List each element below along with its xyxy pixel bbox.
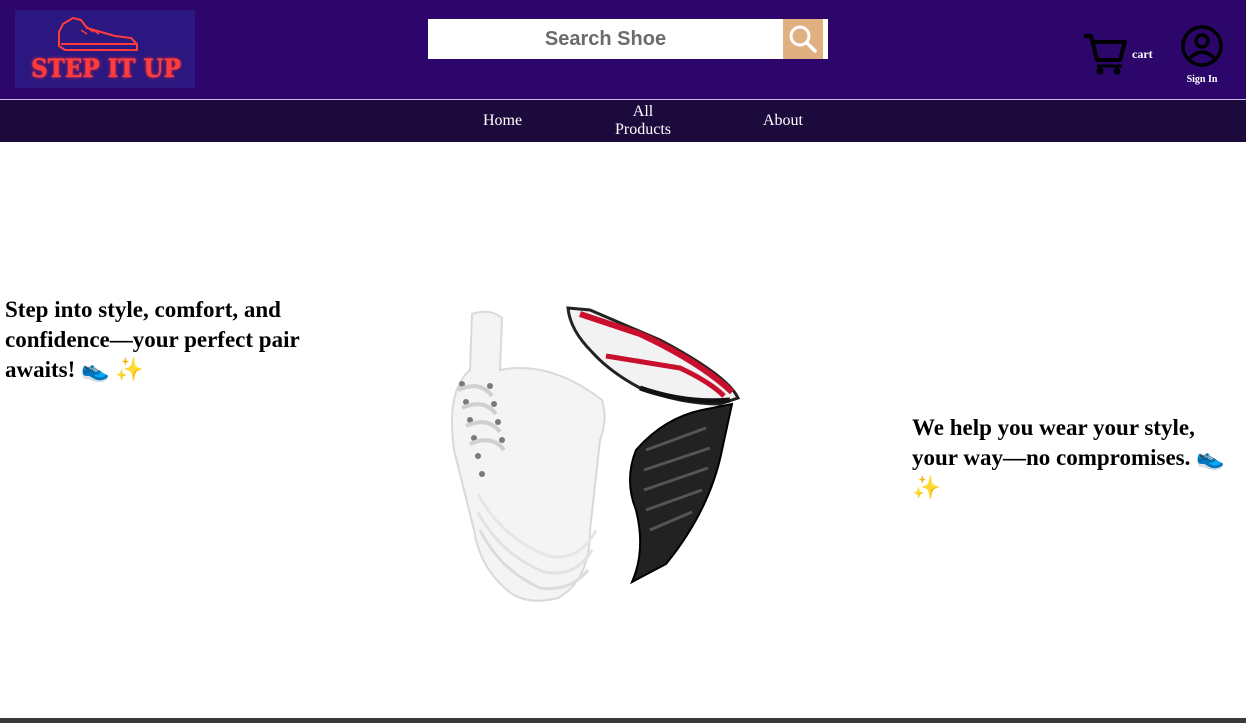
nav-home[interactable]: Home bbox=[483, 112, 522, 130]
sneaker-logo-icon bbox=[58, 16, 138, 51]
brand-logo[interactable]: STEP IT UP bbox=[15, 10, 195, 88]
cart-label: cart bbox=[1132, 47, 1153, 61]
hero-tagline-left: Step into style, comfort, and confidence… bbox=[5, 297, 300, 382]
search-icon bbox=[789, 25, 817, 53]
search-bar bbox=[428, 19, 828, 59]
site-header: STEP IT UP cart Sign In bbox=[0, 0, 1246, 100]
sign-in-label: Sign In bbox=[1186, 74, 1218, 85]
bottom-divider bbox=[0, 718, 1246, 723]
nav-about[interactable]: About bbox=[763, 112, 803, 130]
red-sneaker bbox=[566, 306, 741, 406]
user-icon bbox=[1181, 25, 1223, 67]
nav-all-products-line2: Products bbox=[615, 121, 671, 138]
hero-shoes-image bbox=[451, 306, 741, 602]
white-sneaker bbox=[451, 310, 606, 602]
brand-logo-text: STEP IT UP bbox=[31, 54, 181, 83]
black-sneaker bbox=[629, 402, 734, 585]
nav-all-products[interactable]: All Products bbox=[612, 103, 674, 139]
nav-all-products-line1: All bbox=[632, 103, 654, 120]
search-button[interactable] bbox=[783, 19, 823, 59]
hero-tagline-right: We help you wear your style, your way—no… bbox=[912, 415, 1225, 500]
main-nav: Home All Products About bbox=[0, 100, 1246, 142]
sign-in-button[interactable]: Sign In bbox=[1180, 24, 1224, 85]
cart-icon bbox=[1084, 34, 1127, 75]
search-input[interactable] bbox=[428, 19, 783, 59]
cart-button[interactable]: cart bbox=[1082, 30, 1153, 76]
